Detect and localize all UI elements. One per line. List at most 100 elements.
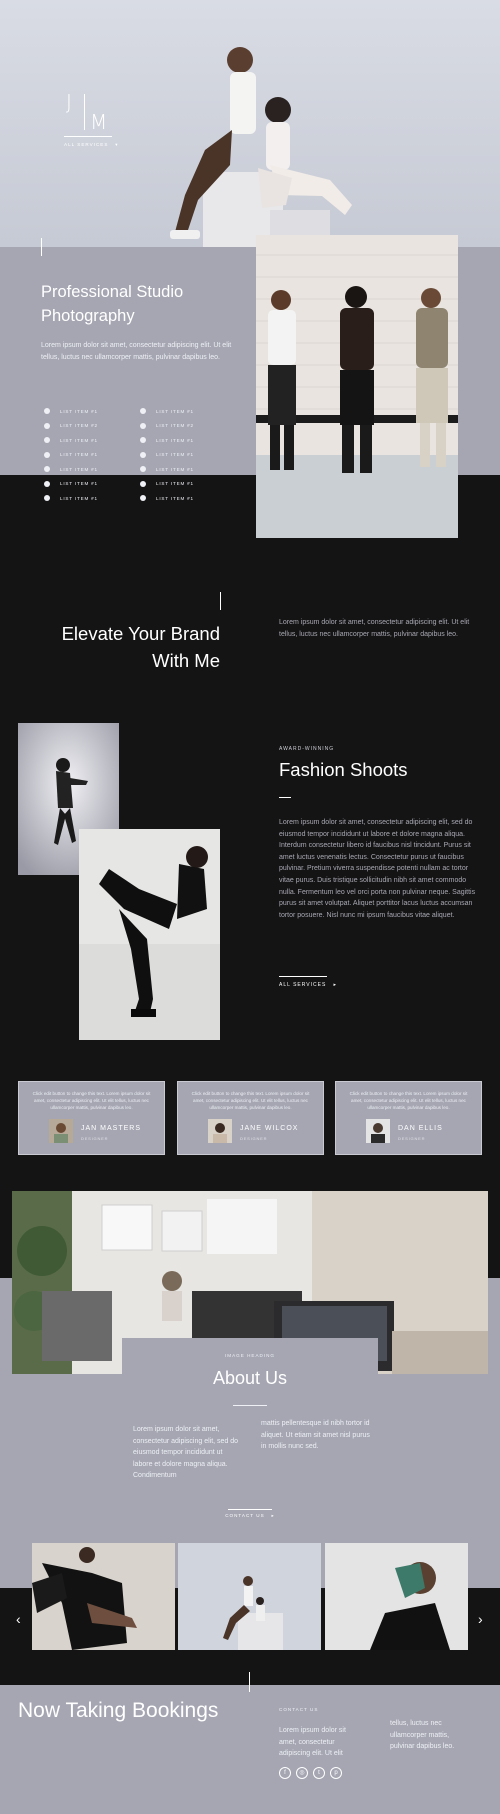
- twitter-icon[interactable]: t: [313, 1767, 325, 1779]
- instagram-icon[interactable]: ◎: [296, 1767, 308, 1779]
- check-icon: [140, 437, 146, 444]
- intro-list-right: LIST ITEM #1 LIST ITEM #2 LIST ITEM #1 L…: [140, 404, 230, 506]
- list-item-label: LIST ITEM #1: [60, 452, 98, 458]
- check-icon: [140, 451, 146, 458]
- list-item-label: LIST ITEM #2: [60, 423, 98, 429]
- list-item: LIST ITEM #1: [140, 404, 230, 419]
- testimonial-quote: Click edit button to change this text. L…: [32, 1091, 151, 1110]
- check-icon: [140, 466, 146, 473]
- model-pose-photo: [79, 829, 220, 1040]
- list-item-label: LIST ITEM #1: [60, 408, 98, 414]
- about-text-col2: mattis pellentesque id nibh tortor id al…: [261, 1420, 370, 1451]
- facebook-icon[interactable]: f: [279, 1767, 291, 1779]
- contact-us-button[interactable]: CONTACT US ▸: [0, 1513, 500, 1519]
- logo-letter-m: M: [90, 110, 108, 134]
- fashion-text: Lorem ipsum dolor sit amet, consectetur …: [279, 819, 476, 919]
- about-divider: [233, 1405, 267, 1406]
- brand-accent-line: [220, 592, 221, 610]
- about-text-col1: Lorem ipsum dolor sit amet, consectetur …: [133, 1426, 239, 1480]
- check-icon: [44, 451, 50, 458]
- footer-text-col1: Lorem ipsum dolor sit amet, consectetur …: [279, 1727, 346, 1758]
- chevron-down-icon: ▾: [110, 142, 119, 147]
- all-services-menu[interactable]: ALL SERVICES ▾: [64, 142, 119, 148]
- list-item: LIST ITEM #1: [140, 462, 230, 477]
- all-services-label: ALL SERVICES: [64, 142, 109, 147]
- avatar: [49, 1119, 73, 1143]
- chevron-right-icon: ▸: [328, 982, 337, 988]
- testimonial-card: Click edit button to change this text. L…: [335, 1081, 482, 1155]
- list-item: LIST ITEM #1: [140, 491, 230, 506]
- list-item: LIST ITEM #1: [44, 491, 134, 506]
- logo-letter-j: J: [66, 90, 72, 114]
- trophy-icon: [140, 408, 146, 415]
- list-item-label: LIST ITEM #1: [60, 437, 98, 443]
- testimonial-quote: Click edit button to change this text. L…: [191, 1091, 310, 1110]
- list-item-label: LIST ITEM #1: [156, 495, 194, 501]
- intro-list-left: LIST ITEM #1 LIST ITEM #2 LIST ITEM #1 L…: [44, 404, 134, 506]
- list-item: LIST ITEM #1: [44, 477, 134, 492]
- footer-title: Now Taking Bookings: [18, 1699, 219, 1722]
- logo-underline: [64, 136, 112, 137]
- logo[interactable]: J M: [62, 90, 118, 146]
- list-item: LIST ITEM #1: [44, 448, 134, 463]
- models-bench-photo: [256, 235, 458, 538]
- testimonial-quote: Click edit button to change this text. L…: [349, 1091, 468, 1110]
- avatar: [366, 1119, 390, 1143]
- testimonial-name: DAN ELLIS: [398, 1125, 443, 1132]
- footer-accent-line: [249, 1672, 250, 1692]
- list-item-label: LIST ITEM #1: [156, 481, 194, 487]
- logo-divider: [84, 94, 85, 130]
- about-cta-line: [228, 1509, 272, 1510]
- list-item-label: LIST ITEM #1: [60, 466, 98, 472]
- list-item: LIST ITEM #1: [44, 433, 134, 448]
- trophy-icon: [44, 408, 50, 415]
- fashion-link-label: ALL SERVICES: [279, 982, 327, 988]
- intro-title: Professional Studio Photography: [41, 280, 183, 328]
- testimonial-card: Click edit button to change this text. L…: [18, 1081, 165, 1155]
- list-item-label: LIST ITEM #1: [156, 452, 194, 458]
- gallery-image[interactable]: [32, 1543, 175, 1650]
- list-item: LIST ITEM #1: [140, 448, 230, 463]
- list-item: LIST ITEM #1: [140, 477, 230, 492]
- pinterest-icon[interactable]: p: [330, 1767, 342, 1779]
- gallery-prev-arrow-icon[interactable]: ‹: [16, 1611, 21, 1627]
- testimonial-name: JANE WILCOX: [240, 1125, 299, 1132]
- brand-title: Elevate Your Brand With Me: [20, 620, 220, 674]
- testimonial-card: Click edit button to change this text. L…: [177, 1081, 324, 1155]
- brand-title-line1: Elevate Your Brand: [61, 623, 220, 644]
- list-item: LIST ITEM #1: [44, 404, 134, 419]
- about-title: About Us: [212, 1368, 288, 1388]
- list-item: LIST ITEM #2: [44, 419, 134, 434]
- list-item-label: LIST ITEM #1: [60, 481, 98, 487]
- fashion-all-services-link[interactable]: ALL SERVICES ▸: [279, 982, 337, 988]
- intro-title-line1: Professional Studio: [41, 283, 184, 301]
- list-item: LIST ITEM #1: [44, 462, 134, 477]
- list-item: LIST ITEM #1: [140, 433, 230, 448]
- check-icon: [140, 495, 146, 502]
- fashion-eyebrow: AWARD-WINNING: [279, 746, 335, 752]
- check-icon: [44, 480, 50, 487]
- avatar: [208, 1119, 232, 1143]
- intro-accent-line: [41, 238, 42, 256]
- fashion-title: Fashion Shoots: [279, 759, 408, 780]
- chevron-right-icon: ▸: [266, 1513, 275, 1518]
- gallery-image[interactable]: [178, 1543, 321, 1650]
- footer-text-col2: tellus, luctus nec ullamcorper mattis, p…: [390, 1720, 455, 1751]
- gallery-next-arrow-icon[interactable]: ›: [478, 1611, 483, 1627]
- list-item-label: LIST ITEM #1: [156, 408, 194, 414]
- brand-title-line2: With Me: [152, 650, 220, 671]
- testimonial-role: DESIGNER: [240, 1136, 268, 1141]
- fashion-divider: [279, 797, 291, 798]
- list-item-label: LIST ITEM #1: [156, 466, 194, 472]
- pin-icon: [140, 422, 146, 429]
- testimonial-name: JAN MASTERS: [81, 1125, 142, 1132]
- fashion-link-line: [279, 976, 327, 977]
- list-item: LIST ITEM #2: [140, 419, 230, 434]
- pin-icon: [44, 422, 50, 429]
- contact-us-label: CONTACT US: [225, 1513, 265, 1518]
- list-item-label: LIST ITEM #1: [60, 495, 98, 501]
- testimonial-role: DESIGNER: [81, 1136, 109, 1141]
- gallery-image[interactable]: [325, 1543, 468, 1650]
- about-eyebrow: IMAGE HEADING: [224, 1353, 275, 1358]
- brand-text: Lorem ipsum dolor sit amet, consectetur …: [279, 619, 470, 638]
